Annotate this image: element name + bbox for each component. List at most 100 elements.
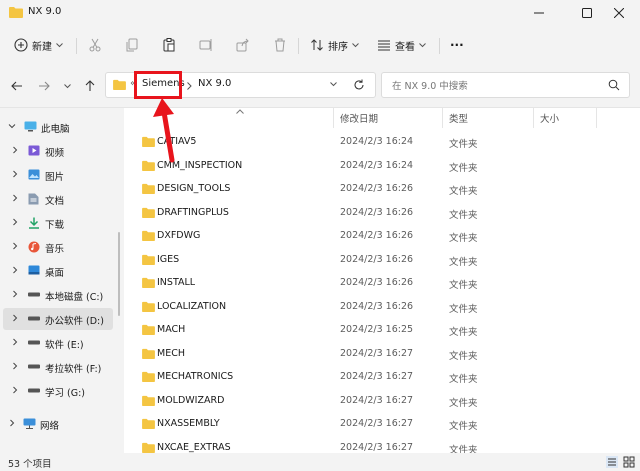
- column-divider[interactable]: [442, 108, 443, 128]
- table-row[interactable]: MACH 2024/2/3 16:25 文件夹: [136, 318, 626, 342]
- column-date-modified[interactable]: 修改日期: [340, 111, 378, 125]
- sidebar-scrollbar[interactable]: [118, 232, 120, 316]
- column-divider[interactable]: [533, 108, 534, 128]
- table-row[interactable]: MECH 2024/2/3 16:27 文件夹: [136, 342, 626, 366]
- separator: [298, 38, 299, 54]
- chevron-right-icon[interactable]: [11, 362, 19, 370]
- tiles-view-icon[interactable]: [623, 456, 635, 468]
- file-type: 文件夹: [449, 327, 478, 338]
- sidebar-item-pictures[interactable]: 图片: [3, 164, 113, 186]
- table-row[interactable]: DXFDWG 2024/2/3 16:26 文件夹: [136, 224, 626, 248]
- file-type: 文件夹: [449, 374, 478, 385]
- sidebar-item-drive-e[interactable]: 软件 (E:): [3, 332, 113, 354]
- breadcrumb-item-nx-9[interactable]: NX 9.0: [198, 78, 231, 89]
- more-options-button[interactable]: ···: [450, 35, 464, 55]
- file-type: 文件夹: [449, 397, 478, 409]
- sidebar-item-drive-g[interactable]: 学习 (G:): [3, 380, 113, 402]
- sidebar-item-desktop[interactable]: 桌面: [3, 260, 113, 282]
- file-type: 文件夹: [449, 444, 478, 454]
- file-name: LOCALIZATION: [157, 300, 227, 312]
- file-type: 文件夹: [449, 162, 478, 174]
- refresh-icon[interactable]: [353, 79, 365, 91]
- folder-icon: [142, 183, 155, 194]
- table-row[interactable]: INSTALL 2024/2/3 16:26 文件夹: [136, 271, 626, 295]
- chevron-right-icon[interactable]: [8, 419, 16, 427]
- file-date: 2024/2/3 16:26: [340, 253, 414, 265]
- sidebar-item-drive-d[interactable]: 办公软件 (D:): [3, 308, 113, 330]
- rename-button[interactable]: [199, 35, 213, 55]
- sidebar-item-this-pc[interactable]: 此电脑: [3, 116, 113, 138]
- file-type: 文件夹: [449, 209, 478, 221]
- chevron-down-icon: [419, 42, 426, 47]
- chevron-down-icon[interactable]: [8, 122, 16, 130]
- table-row[interactable]: CMM_INSPECTION 2024/2/3 16:24 文件夹: [136, 154, 626, 178]
- copy-button[interactable]: [125, 35, 139, 55]
- table-row[interactable]: LOCALIZATION 2024/2/3 16:26 文件夹: [136, 295, 626, 319]
- chevron-right-icon[interactable]: [11, 146, 19, 154]
- table-row[interactable]: CATIAV5 2024/2/3 16:24 文件夹: [136, 130, 626, 154]
- folder-icon: [142, 254, 155, 265]
- table-row[interactable]: MECHATRONICS 2024/2/3 16:27 文件夹: [136, 365, 626, 389]
- new-button[interactable]: 新建: [14, 35, 63, 55]
- item-count: 53 个项目: [8, 459, 52, 470]
- chevron-right-icon[interactable]: [11, 170, 19, 178]
- arrow-left-icon: [11, 81, 22, 91]
- table-row[interactable]: IGES 2024/2/3 16:26 文件夹: [136, 248, 626, 272]
- file-type: 文件夹: [449, 303, 478, 315]
- paste-button[interactable]: [162, 35, 176, 55]
- document-icon: [28, 193, 39, 205]
- sort-button[interactable]: 排序: [310, 35, 359, 55]
- delete-button[interactable]: [273, 35, 287, 55]
- table-row[interactable]: DRAFTINGPLUS 2024/2/3 16:26 文件夹: [136, 201, 626, 225]
- chevron-right-icon[interactable]: [11, 290, 19, 298]
- window-title: NX 9.0: [28, 6, 62, 17]
- navigation-pane: 此电脑 视频 图片 文档 下载 音乐 桌面 本地磁盘 (C:) 办公软件 (D:: [0, 108, 120, 453]
- sidebar-item-documents[interactable]: 文档: [3, 188, 113, 210]
- chevron-right-icon[interactable]: [11, 242, 19, 250]
- close-button[interactable]: [598, 0, 640, 26]
- search-input[interactable]: 在 NX 9.0 中搜索: [381, 72, 630, 98]
- sidebar-item-downloads[interactable]: 下载: [3, 212, 113, 234]
- file-date: 2024/2/3 16:27: [340, 371, 414, 382]
- chevron-right-icon[interactable]: [11, 218, 19, 226]
- table-row[interactable]: NXCAE_EXTRAS 2024/2/3 16:27 文件夹: [136, 436, 626, 454]
- back-button[interactable]: [8, 78, 26, 94]
- column-divider[interactable]: [333, 108, 334, 128]
- minimize-icon: [534, 12, 544, 14]
- pc-icon: [24, 121, 37, 132]
- chevron-down-icon: [63, 83, 71, 88]
- column-type[interactable]: 类型: [449, 111, 468, 125]
- forward-button[interactable]: [35, 78, 53, 94]
- chevron-right-icon[interactable]: [11, 266, 19, 274]
- minimize-button[interactable]: [518, 0, 560, 26]
- sidebar-item-network[interactable]: 网络: [3, 413, 113, 435]
- sidebar-item-music[interactable]: 音乐: [3, 236, 113, 258]
- recent-locations-button[interactable]: [58, 78, 76, 94]
- cut-button[interactable]: [88, 35, 102, 55]
- table-row[interactable]: DESIGN_TOOLS 2024/2/3 16:26 文件夹: [136, 177, 626, 201]
- folder-icon: [142, 348, 155, 359]
- chevron-right-icon[interactable]: [11, 314, 19, 322]
- chevron-down-icon[interactable]: [330, 82, 337, 87]
- file-list: 修改日期 类型 大小 CATIAV5 2024/2/3 16:24 文件夹 CMM_I…: [124, 108, 640, 453]
- clipboard-icon: [163, 38, 175, 52]
- status-bar: 53 个项目: [0, 453, 640, 471]
- sidebar-item-videos[interactable]: 视频: [3, 140, 113, 162]
- sidebar-item-drive-c[interactable]: 本地磁盘 (C:): [3, 284, 113, 306]
- chevron-right-icon[interactable]: [11, 338, 19, 346]
- share-button[interactable]: [236, 35, 250, 55]
- up-button[interactable]: [81, 78, 99, 94]
- chevron-right-icon[interactable]: [11, 194, 19, 202]
- drive-icon: [28, 292, 40, 297]
- sidebar-item-drive-f[interactable]: 考拉软件 (F:): [3, 356, 113, 378]
- column-divider[interactable]: [596, 108, 597, 128]
- table-row[interactable]: NXASSEMBLY 2024/2/3 16:27 文件夹: [136, 412, 626, 436]
- column-size[interactable]: 大小: [540, 111, 559, 125]
- file-date: 2024/2/3 16:26: [340, 300, 414, 312]
- details-view-icon[interactable]: [606, 456, 618, 468]
- table-row[interactable]: MOLDWIZARD 2024/2/3 16:27 文件夹: [136, 389, 626, 413]
- view-button[interactable]: 查看: [377, 35, 426, 55]
- file-name: MACH: [157, 324, 186, 335]
- chevron-right-icon[interactable]: [11, 386, 19, 394]
- search-icon: [608, 79, 620, 91]
